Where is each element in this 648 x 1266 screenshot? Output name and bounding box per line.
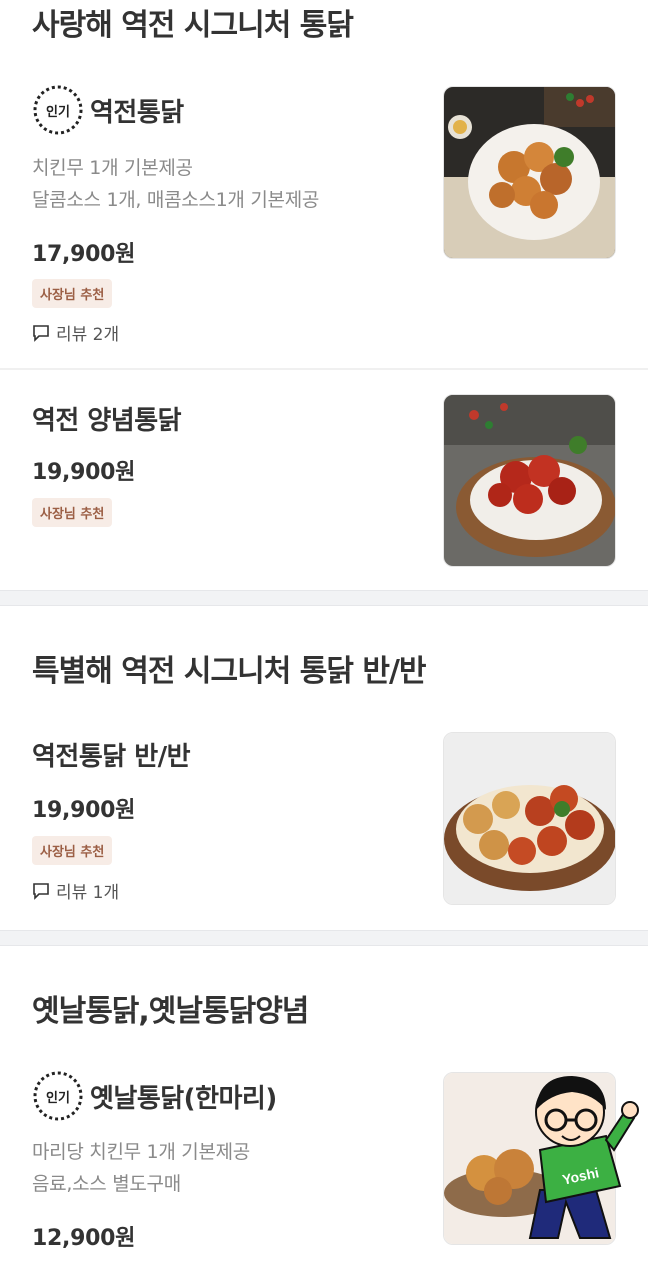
item-description: 치킨무 1개 기본제공 달콤소스 1개, 매콤소스1개 기본제공: [32, 157, 320, 211]
item-price: 19,900원: [32, 798, 136, 823]
item-price: 12,900원: [32, 1226, 136, 1251]
section-divider: [0, 590, 648, 606]
item-name: 옛날통닭(한마리): [90, 1083, 277, 1114]
section-signature: 사랑해 역전 시그니처 통닭 인기 역전통닭 치킨무 1개 기본제공 달콤소스 …: [0, 0, 648, 590]
comment-icon: [33, 882, 49, 900]
item-photo-half-half-chicken: [443, 732, 616, 905]
popular-icon: 인기: [32, 1070, 84, 1122]
menu-item-half-half[interactable]: 역전통닭 반/반 19,900원 사장님 추천 리뷰 1개: [0, 716, 648, 930]
section-title: 옛날통닭,옛날통닭양념: [32, 994, 309, 1029]
section-title: 특별해 역전 시그니처 통닭 반/반: [32, 654, 427, 689]
item-name: 역전통닭 반/반: [32, 742, 191, 772]
review-count[interactable]: 리뷰 1개: [32, 878, 119, 903]
section-half-half: 특별해 역전 시그니처 통닭 반/반 역전통닭 반/반 19,900원 사장님 …: [0, 606, 648, 930]
item-name: 역전 양념통닭: [32, 406, 182, 436]
owner-pick-badge: 사장님 추천: [32, 279, 113, 308]
item-description: 마리당 치킨무 1개 기본제공 음료,소스 별도구매: [32, 1141, 250, 1195]
owner-pick-badge: 사장님 추천: [32, 836, 113, 865]
item-photo-yangnyeom-chicken: [443, 394, 616, 567]
menu-item-yeokjeon-yangnyeom[interactable]: 역전 양념통닭 19,900원 사장님 추천: [0, 370, 648, 590]
section-divider: [0, 930, 648, 946]
menu-item-yeokjeon-tongdak[interactable]: 인기 역전통닭 치킨무 1개 기본제공 달콤소스 1개, 매콤소스1개 기본제공…: [0, 68, 648, 368]
popular-icon: 인기: [32, 84, 84, 136]
item-photo-fried-chicken: [443, 86, 616, 259]
owner-pick-badge: 사장님 추천: [32, 498, 113, 527]
review-count[interactable]: 리뷰 2개: [32, 320, 119, 345]
item-price: 17,900원: [32, 242, 136, 267]
item-price: 19,900원: [32, 460, 136, 485]
section-title: 사랑해 역전 시그니처 통닭: [32, 8, 354, 43]
yoshi-sticker: Yoshi: [510, 1070, 640, 1250]
item-name: 역전통닭: [90, 97, 184, 128]
comment-icon: [33, 324, 49, 342]
